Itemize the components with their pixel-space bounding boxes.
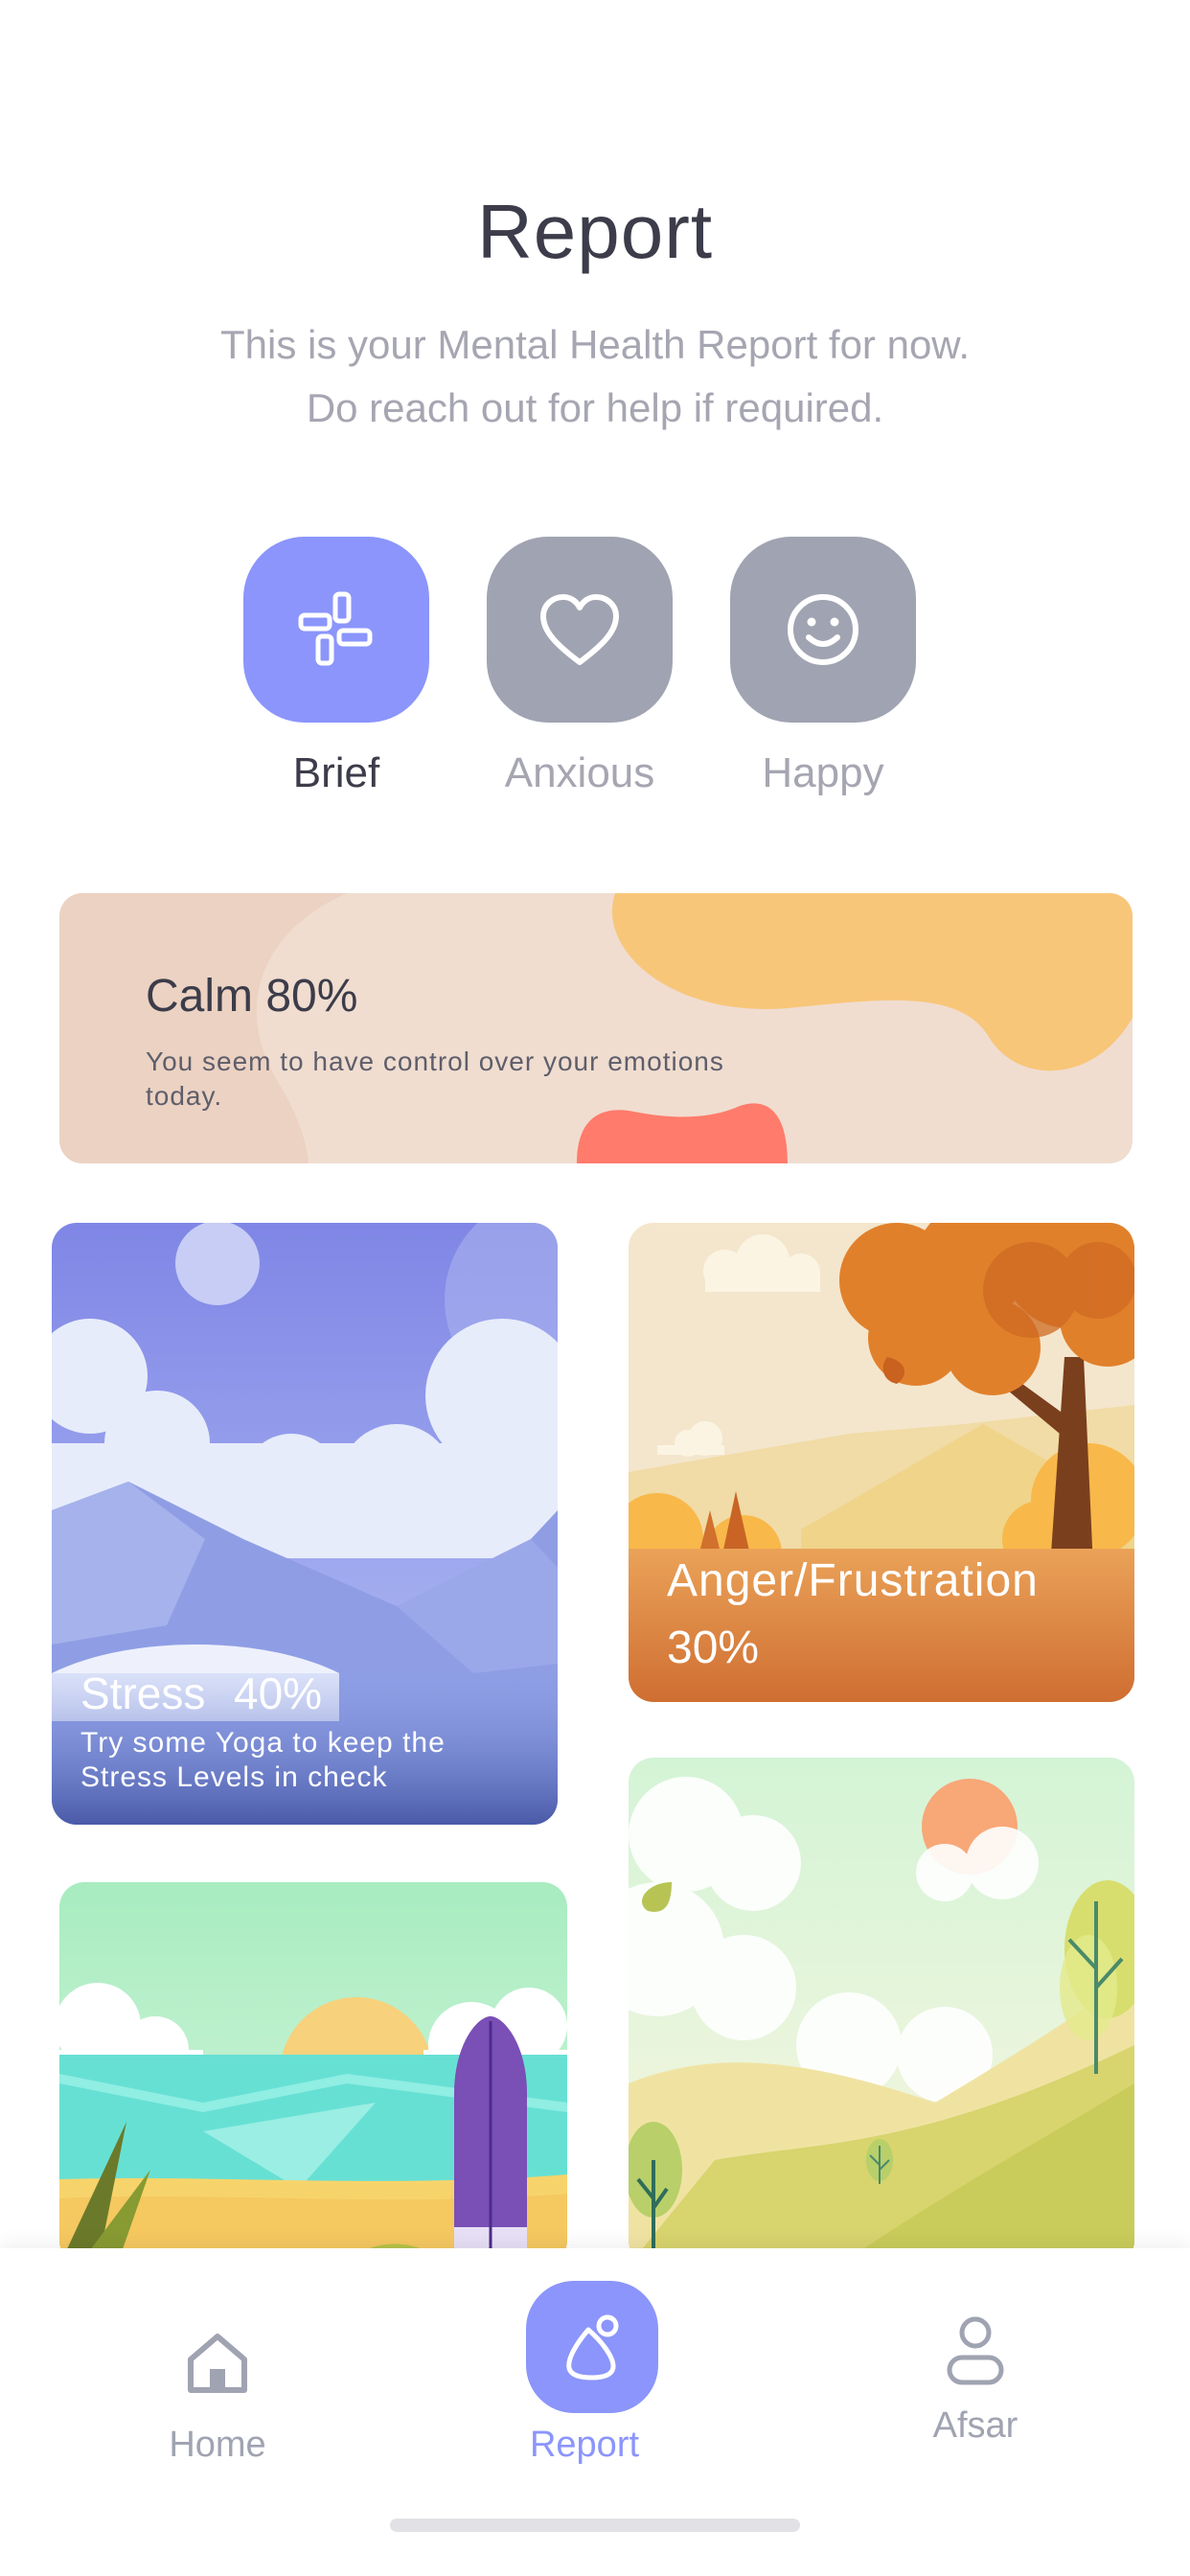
anger-card-percent: 30% xyxy=(667,1622,760,1673)
stress-card-desc-line-2: Stress Levels in check xyxy=(80,1761,388,1793)
grid-blocks-icon xyxy=(298,591,373,666)
nav-home[interactable]: Home xyxy=(103,2306,332,2478)
mood-anxious-label: Anxious xyxy=(504,749,655,796)
beach-card[interactable] xyxy=(59,1882,567,2266)
home-icon xyxy=(188,2334,247,2393)
profile-icon xyxy=(947,2316,1004,2385)
mood-anxious[interactable] xyxy=(487,537,673,723)
subtitle-line-2: Do reach out for help if required. xyxy=(306,385,884,430)
mood-happy[interactable] xyxy=(730,537,916,723)
nav-home-label: Home xyxy=(169,2425,266,2465)
stress-card-desc-line-1: Try some Yoga to keep the xyxy=(80,1727,446,1759)
calm-card-illustration xyxy=(59,893,1133,1163)
calm-card[interactable]: Calm 80% You seem to have control over y… xyxy=(59,893,1133,1163)
calm-card-desc-line-1: You seem to have control over your emoti… xyxy=(146,1046,724,1076)
smiley-icon xyxy=(788,594,858,665)
stress-card-percent: 40% xyxy=(234,1668,323,1718)
mood-brief-button[interactable] xyxy=(243,537,429,723)
nav-profile[interactable]: Afsar xyxy=(860,2306,1090,2459)
calm-card-title: Calm 80% xyxy=(146,971,358,1022)
stress-card[interactable]: Stress 40% Try some Yoga to keep the Str… xyxy=(52,1223,558,1825)
park-card[interactable] xyxy=(629,1758,1134,2266)
mood-brief[interactable] xyxy=(243,537,429,723)
bottom-nav: Home Report Afsar xyxy=(0,2248,1190,2576)
nav-profile-label: Afsar xyxy=(932,2405,1018,2446)
mood-happy-button[interactable] xyxy=(730,537,916,723)
mood-brief-label: Brief xyxy=(292,749,380,796)
nav-report[interactable]: Report xyxy=(469,2281,699,2482)
park-card-illustration xyxy=(629,1758,1134,2266)
report-icon xyxy=(566,2314,619,2380)
mood-anxious-button[interactable] xyxy=(487,537,673,723)
calm-card-desc-line-2: today. xyxy=(146,1081,223,1111)
beach-card-illustration xyxy=(59,1882,567,2266)
subtitle-line-1: This is your Mental Health Report for no… xyxy=(219,322,970,367)
page-title: Report xyxy=(476,189,714,274)
nav-report-button[interactable] xyxy=(526,2281,658,2413)
nav-report-label: Report xyxy=(529,2425,640,2465)
home-indicator[interactable] xyxy=(390,2518,800,2532)
mood-happy-label: Happy xyxy=(762,749,884,796)
anger-card-title: Anger/Frustration xyxy=(667,1555,1039,1606)
stress-card-title: Stress xyxy=(80,1668,206,1718)
anger-card[interactable]: Anger/Frustration 30% xyxy=(629,1223,1134,1702)
heart-icon xyxy=(540,594,619,665)
